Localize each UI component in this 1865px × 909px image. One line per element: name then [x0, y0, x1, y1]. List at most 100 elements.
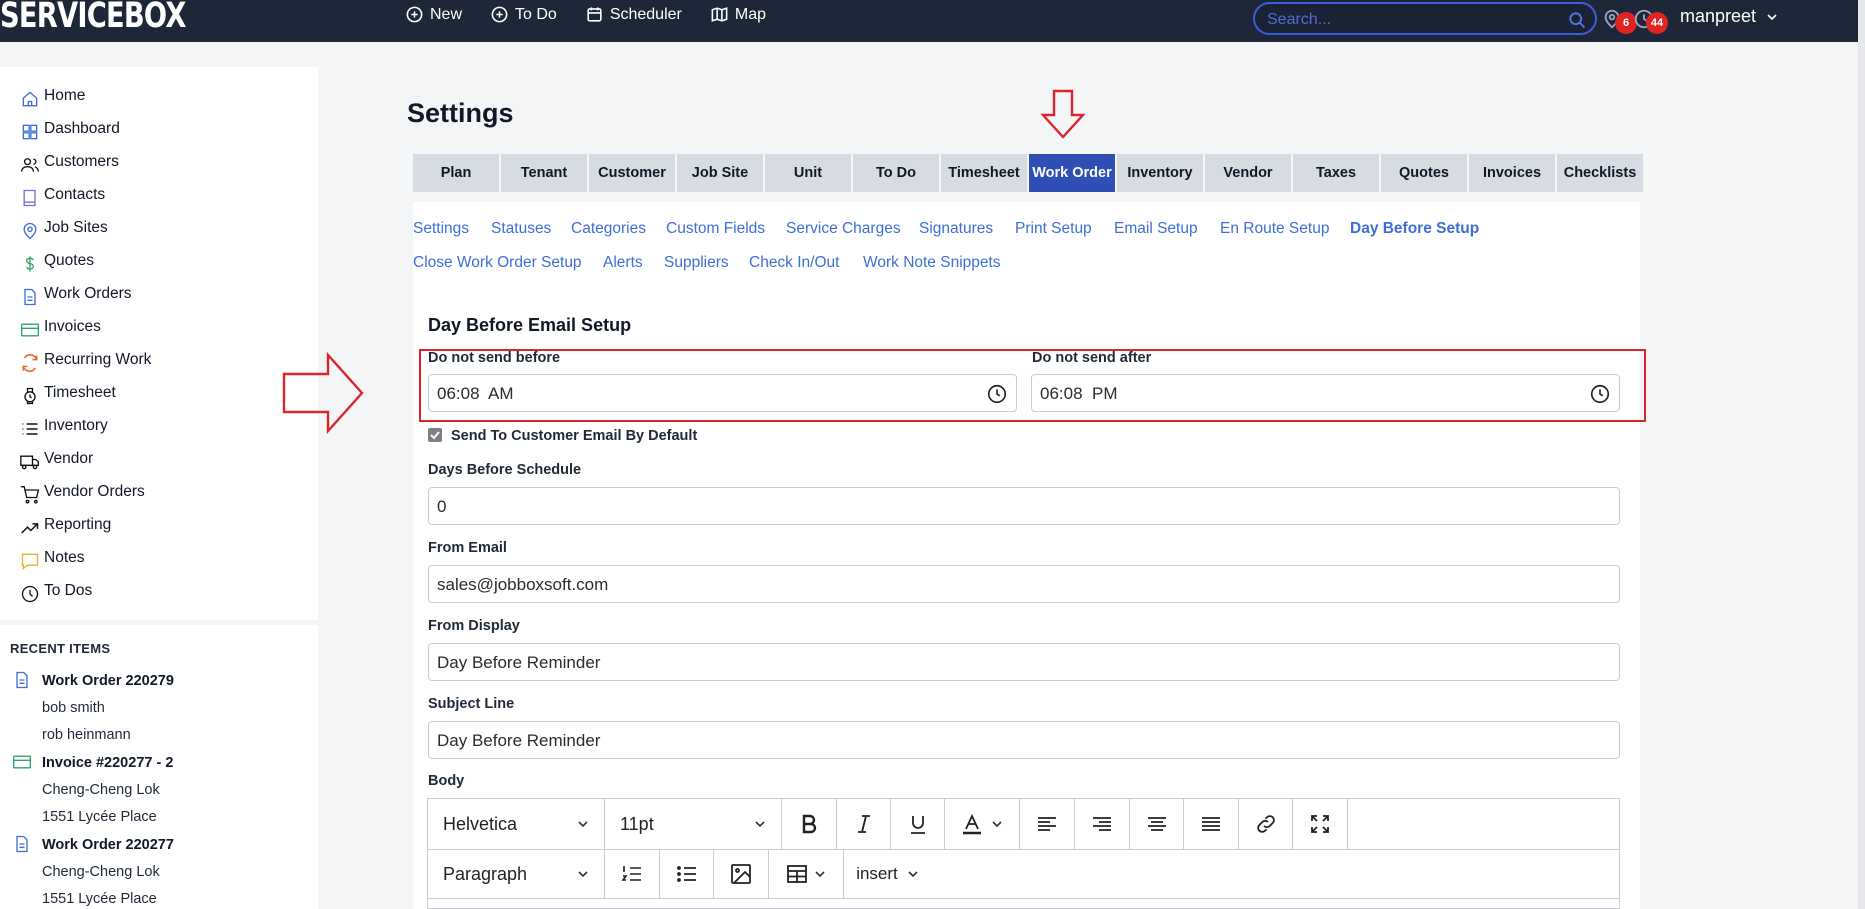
sidebar-item-invoices[interactable]: Invoices	[20, 316, 101, 338]
not-after-time-input[interactable]	[1040, 384, 1569, 404]
days-before-input[interactable]	[437, 497, 1508, 517]
align-justify-button[interactable]	[1184, 799, 1239, 849]
map-pin-icon	[23, 222, 37, 240]
send-default-checkbox[interactable]	[428, 428, 442, 442]
subject-line-input[interactable]	[437, 731, 1508, 751]
editor-toolbar-row-2: Paragraph insert	[428, 849, 1619, 898]
sidebar-item-label: Vendor	[44, 450, 94, 467]
tab-inventory[interactable]: Inventory	[1117, 154, 1203, 192]
sidebar-item-quotes[interactable]: Quotes	[20, 250, 94, 272]
subnav-categories[interactable]: Categories	[571, 220, 646, 238]
fullscreen-button[interactable]	[1293, 799, 1348, 849]
map-button[interactable]: Map	[710, 5, 766, 24]
tab-tenant[interactable]: Tenant	[501, 154, 587, 192]
tab-checklists[interactable]: Checklists	[1557, 154, 1643, 192]
sidebar-item-work-orders[interactable]: Work Orders	[20, 283, 132, 306]
sidebar-item-recurring-work[interactable]: Recurring Work	[20, 349, 151, 372]
from-display-input[interactable]	[437, 653, 1508, 673]
plus-circle-icon	[491, 6, 508, 23]
subnav-email-setup[interactable]: Email Setup	[1114, 220, 1198, 238]
subnav-suppliers[interactable]: Suppliers	[664, 254, 729, 272]
sidebar-item-vendor[interactable]: Vendor	[20, 448, 93, 470]
subnav-print-setup[interactable]: Print Setup	[1015, 220, 1092, 238]
tab-plan[interactable]: Plan	[413, 154, 499, 192]
subnav-custom-fields[interactable]: Custom Fields	[666, 220, 765, 238]
text-color-icon	[963, 813, 981, 835]
sidebar-item-notes[interactable]: Notes	[20, 547, 85, 570]
sidebar-item-job-sites[interactable]: Job Sites	[20, 217, 108, 240]
calendar-icon	[587, 7, 602, 22]
sidebar-item-to-dos[interactable]: To Dos	[20, 580, 92, 603]
user-menu[interactable]: manpreet	[1680, 6, 1778, 27]
numbered-list-button[interactable]	[605, 850, 660, 898]
sidebar-item-inventory[interactable]: Inventory	[20, 415, 108, 437]
subnav-statuses[interactable]: Statuses	[491, 220, 551, 238]
not-before-time-input[interactable]	[437, 384, 966, 404]
recent-item-title[interactable]: Work Order 220277	[42, 837, 174, 853]
not-before-field	[428, 374, 1017, 412]
font-family-select[interactable]: Helvetica	[428, 799, 605, 849]
recent-item-title[interactable]: Work Order 220279	[42, 673, 174, 689]
from-email-input[interactable]	[437, 575, 1508, 595]
italic-button[interactable]	[837, 799, 891, 849]
sidebar-item-reporting[interactable]: Reporting	[20, 514, 111, 536]
tab-job-site[interactable]: Job Site	[677, 154, 763, 192]
page-scrollbar[interactable]	[1858, 0, 1865, 909]
top-nav: New To Do Scheduler Map	[405, 5, 766, 24]
tab-timesheet[interactable]: Timesheet	[941, 154, 1027, 192]
search-icon[interactable]	[1567, 10, 1587, 30]
subnav-close-work-order-setup[interactable]: Close Work Order Setup	[413, 254, 582, 272]
chevron-down-icon	[1767, 13, 1777, 20]
tab-work-order[interactable]: Work Order	[1029, 154, 1115, 192]
align-right-button[interactable]	[1075, 799, 1130, 849]
tab-customer[interactable]: Customer	[589, 154, 675, 192]
link-button[interactable]	[1239, 799, 1293, 849]
sidebar-item-home[interactable]: Home	[20, 85, 85, 107]
tab-unit[interactable]: Unit	[765, 154, 851, 192]
font-size-select[interactable]: 11pt	[605, 799, 782, 849]
sidebar-item-contacts[interactable]: Contacts	[20, 184, 105, 207]
underline-button[interactable]	[891, 799, 945, 849]
bold-button[interactable]	[782, 799, 837, 849]
new-label: New	[430, 5, 463, 23]
subnav-day-before-setup[interactable]: Day Before Setup	[1350, 220, 1479, 238]
editor-content-area[interactable]	[428, 898, 1619, 909]
scheduler-button[interactable]: Scheduler	[585, 5, 682, 24]
todo-button[interactable]: To Do	[490, 5, 557, 24]
clock-icon[interactable]	[986, 383, 1008, 405]
tab-to-do[interactable]: To Do	[853, 154, 939, 192]
insert-menu[interactable]: insert	[844, 850, 932, 898]
tab-quotes[interactable]: Quotes	[1381, 154, 1467, 192]
font-family-value: Helvetica	[443, 813, 518, 834]
recent-item-title[interactable]: Invoice #220277 - 2	[42, 755, 173, 771]
clock-icon[interactable]	[1589, 383, 1611, 405]
sidebar-item-vendor-orders[interactable]: Vendor Orders	[20, 481, 145, 504]
search-input[interactable]	[1267, 11, 1557, 29]
sidebar-item-timesheet[interactable]: Timesheet	[20, 382, 116, 405]
subnav-signatures[interactable]: Signatures	[919, 220, 993, 238]
subnav-work-note-snippets[interactable]: Work Note Snippets	[863, 254, 1001, 272]
subnav-settings[interactable]: Settings	[413, 220, 469, 238]
sidebar-item-customers[interactable]: Customers	[20, 151, 119, 173]
bullet-list-button[interactable]	[660, 850, 714, 898]
align-left-button[interactable]	[1020, 799, 1075, 849]
block-format-select[interactable]: Paragraph	[428, 850, 605, 898]
sidebar-item-dashboard[interactable]: Dashboard	[20, 118, 120, 140]
align-center-button[interactable]	[1130, 799, 1184, 849]
app-logo[interactable]: SERVICEBOX	[0, 0, 186, 36]
sidebar-item-label: Reporting	[44, 516, 112, 533]
document-icon	[16, 835, 28, 853]
tab-taxes[interactable]: Taxes	[1293, 154, 1379, 192]
insert-image-button[interactable]	[714, 850, 769, 898]
clock-badge: 44	[1646, 12, 1668, 34]
new-button[interactable]: New	[405, 5, 462, 24]
subnav-alerts[interactable]: Alerts	[603, 254, 643, 272]
text-color-button[interactable]	[945, 799, 1020, 849]
subnav-service-charges[interactable]: Service Charges	[786, 220, 901, 238]
tab-invoices[interactable]: Invoices	[1469, 154, 1555, 192]
subnav-en-route-setup[interactable]: En Route Setup	[1220, 220, 1329, 238]
insert-table-button[interactable]	[769, 850, 844, 898]
subnav-check-in-out[interactable]: Check In/Out	[749, 254, 839, 272]
body-rich-text-editor: Helvetica 11pt Paragraph insert	[427, 798, 1620, 909]
tab-vendor[interactable]: Vendor	[1205, 154, 1291, 192]
